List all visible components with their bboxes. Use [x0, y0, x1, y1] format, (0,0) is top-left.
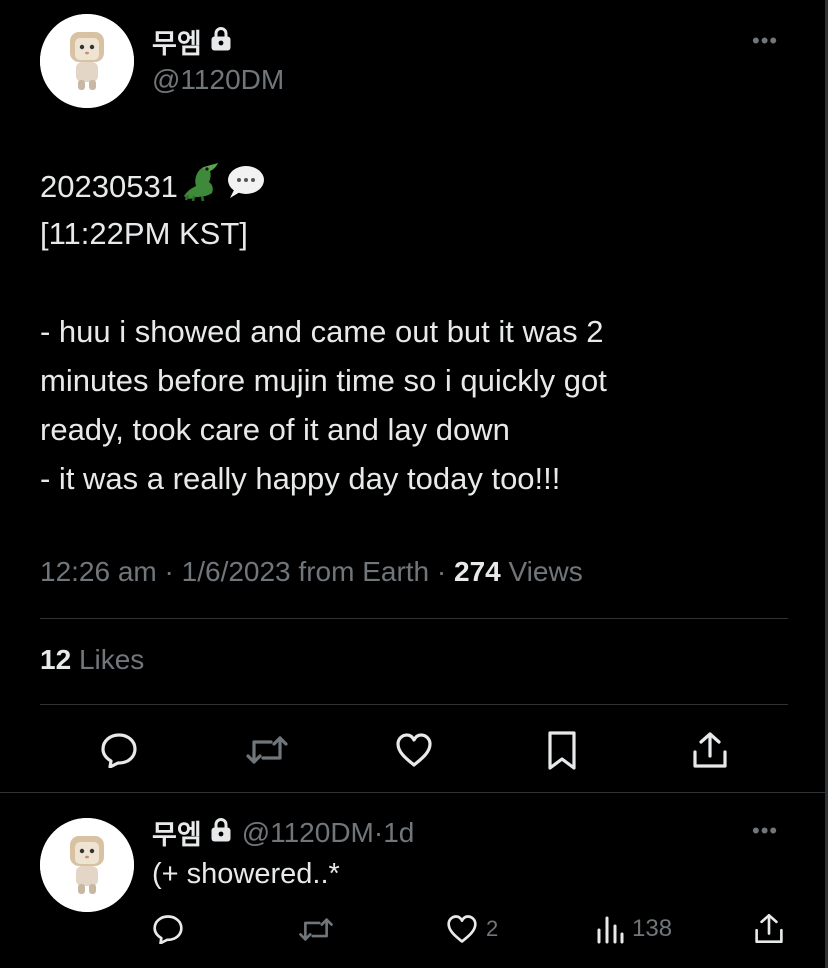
tweet-line-2: [11:22PM KST] — [40, 216, 248, 251]
heart-icon — [395, 732, 433, 768]
retweet-icon — [245, 734, 289, 766]
share-icon — [754, 912, 784, 945]
tweet-line-6: ready, took care of it and lay down — [40, 412, 510, 447]
author-handle[interactable]: @1120DM — [152, 64, 284, 96]
reply-retweet-button[interactable] — [298, 916, 334, 943]
retweet-button[interactable] — [245, 734, 289, 766]
tweet-line-4: - huu i showed and came out but it was 2 — [40, 314, 604, 349]
meta-separator: · — [436, 556, 447, 587]
divider — [0, 792, 825, 793]
speech-bubble-emoji — [224, 162, 266, 216]
reply-icon — [100, 732, 138, 768]
tweet-source: from Earth — [298, 556, 430, 587]
reply-more-options-button[interactable]: ••• — [752, 818, 778, 844]
tweet-body: 20230531 [11:22PM KST] - huu i showed an… — [40, 160, 800, 503]
reply-separator: · — [373, 816, 384, 848]
reply-like-count: 2 — [486, 916, 499, 941]
like-button[interactable] — [395, 732, 433, 768]
reply-button[interactable] — [100, 732, 138, 768]
tweet-line-3 — [40, 258, 800, 307]
reply-share-button[interactable] — [754, 912, 784, 945]
tweet-date[interactable]: 1/6/2023 — [182, 556, 291, 587]
bookmark-button[interactable] — [546, 730, 578, 772]
views-count[interactable]: 274 — [454, 556, 501, 587]
likes-label[interactable]: Likes — [79, 644, 144, 675]
reply-like-button[interactable]: 2 — [446, 914, 498, 944]
likes-summary[interactable]: 12 Likes — [40, 644, 144, 676]
reply-author-avatar[interactable] — [40, 818, 134, 912]
tweet-time[interactable]: 12:26 am — [40, 556, 157, 587]
tweet-line-5: minutes before mujin time so i quickly g… — [40, 363, 607, 398]
more-options-button[interactable]: ••• — [752, 28, 778, 54]
lock-icon — [210, 817, 232, 848]
reply-reply-button[interactable] — [152, 914, 184, 944]
reply-body: (+ showered..* — [152, 858, 340, 890]
divider — [40, 704, 788, 705]
views-label[interactable]: Views — [509, 556, 583, 587]
share-button[interactable] — [692, 730, 728, 770]
tweet-meta: 12:26 am · 1/6/2023 from Earth · 274 Vie… — [40, 556, 583, 588]
reply-time[interactable]: 1d — [383, 817, 414, 848]
divider — [40, 618, 788, 619]
tweet-line-1: 20230531 — [40, 160, 800, 209]
author-avatar[interactable] — [40, 14, 134, 108]
reply-author-display-name[interactable]: 무엠 — [152, 813, 202, 852]
bookmark-icon — [546, 730, 578, 772]
likes-count[interactable]: 12 — [40, 644, 71, 675]
views-icon — [596, 914, 624, 944]
reply-views-count: 138 — [632, 915, 673, 942]
lock-icon — [210, 26, 232, 57]
tweet-line-7: - it was a really happy day today too!!! — [40, 461, 561, 496]
meta-separator: · — [164, 556, 174, 587]
heart-icon — [446, 914, 478, 944]
share-icon — [692, 730, 728, 770]
reply-views-button[interactable]: 138 — [596, 914, 672, 944]
retweet-icon — [298, 916, 334, 943]
reply-author-handle[interactable]: @1120DM — [242, 817, 374, 848]
reply-icon — [152, 914, 184, 944]
author-display-name[interactable]: 무엠 — [152, 22, 202, 61]
